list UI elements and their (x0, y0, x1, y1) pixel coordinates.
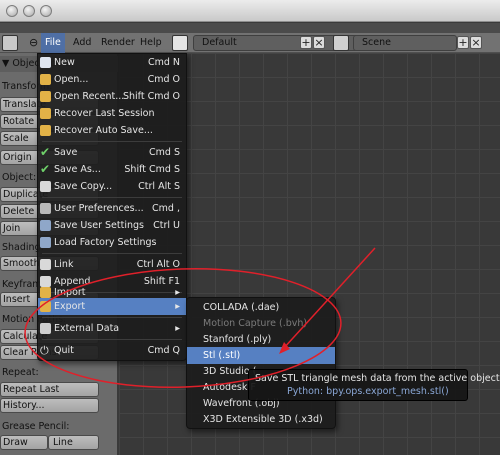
grease-pencil-label: Grease Pencil: (2, 421, 70, 432)
menu-help[interactable]: Help (140, 33, 162, 53)
menu-item-link[interactable]: Link Ctrl Alt O (38, 256, 186, 273)
export-stanford[interactable]: Stanford (.ply) (187, 331, 335, 348)
menu-item-load-factory-settings[interactable]: Load Factory Settings (38, 234, 186, 251)
menu-item-recover-last-session[interactable]: Recover Last Session (38, 105, 186, 122)
quit-icon: ⏻ (40, 344, 49, 357)
info-header: ⊖ File Add Render Help Default + × Scene… (0, 33, 500, 53)
file-menu: New Cmd N Open... Cmd O Open Recent... Shif… (37, 53, 187, 361)
editor-type-icon[interactable] (2, 35, 18, 51)
menu-separator (42, 141, 182, 142)
menu-item-user-preferences[interactable]: User Preferences... Cmd , (38, 200, 186, 217)
menu-item-recover-auto-save[interactable]: Recover Auto Save... (38, 122, 186, 139)
tooltip-python: Python: bpy.ops.export_mesh.stl() (287, 386, 449, 397)
import-icon (40, 287, 51, 298)
stl-tooltip: Save STL triangle mesh data from the act… (248, 369, 500, 401)
export-icon (40, 301, 51, 312)
link-icon (40, 259, 51, 270)
submenu-arrow-icon: ▸ (175, 323, 180, 334)
menu-add[interactable]: Add (73, 33, 91, 53)
tooltip-description: Save STL triangle mesh data from the act… (255, 373, 500, 384)
add-scene-button[interactable]: + (457, 36, 469, 49)
open-folder-icon (40, 74, 51, 85)
new-file-icon (40, 57, 51, 68)
menu-render[interactable]: Render (101, 33, 135, 53)
export-submenu: COLLADA (.dae) Motion Capture (.bvh) Sta… (186, 297, 336, 429)
collapse-menu-icon[interactable]: ⊖ (29, 33, 38, 53)
export-x3d[interactable]: X3D Extensible 3D (.x3d) (187, 411, 335, 428)
export-stl[interactable]: Stl (.stl) (187, 347, 335, 364)
menu-item-open[interactable]: Open... Cmd O (38, 71, 186, 88)
line-button[interactable]: Line (48, 435, 99, 450)
add-layout-button[interactable]: + (300, 36, 312, 49)
remove-scene-button[interactable]: × (470, 36, 482, 49)
checkmark-icon: ✔ (40, 145, 51, 159)
recover-autosave-icon (40, 125, 51, 136)
save-as-icon: ✔ (40, 162, 51, 176)
menu-item-open-recent[interactable]: Open Recent... Shift Cmd O (38, 88, 186, 105)
zoom-window-icon[interactable] (40, 5, 52, 17)
close-window-icon[interactable] (6, 5, 18, 17)
preferences-icon (40, 203, 51, 214)
remove-layout-button[interactable]: × (313, 36, 325, 49)
export-collada[interactable]: COLLADA (.dae) (187, 299, 335, 316)
menu-item-external-data[interactable]: External Data ▸ (38, 320, 186, 337)
save-settings-icon (40, 220, 51, 231)
open-recent-icon (40, 91, 51, 102)
menu-item-save-copy[interactable]: Save Copy... Ctrl Alt S (38, 178, 186, 195)
factory-settings-icon (40, 237, 51, 248)
recover-icon (40, 108, 51, 119)
submenu-arrow-icon: ▸ (175, 301, 180, 312)
menu-separator (42, 253, 182, 254)
menu-item-save[interactable]: ✔ Save Cmd S (38, 144, 186, 161)
draw-button[interactable]: Draw (0, 435, 48, 450)
menu-separator (42, 317, 182, 318)
scene-field[interactable]: Scene (353, 35, 457, 51)
object-label: Object: (2, 172, 37, 183)
menu-item-new[interactable]: New Cmd N (38, 54, 186, 71)
menu-item-export[interactable]: Export ▸ (38, 298, 186, 315)
external-data-icon (40, 323, 51, 334)
screen-layout-icon[interactable] (172, 35, 188, 51)
menu-item-save-as[interactable]: ✔ Save As... Shift Cmd S (38, 161, 186, 178)
minimize-window-icon[interactable] (23, 5, 35, 17)
save-copy-icon (40, 181, 51, 192)
menu-file[interactable]: File (41, 33, 65, 53)
window-gap (0, 23, 500, 33)
menu-item-quit[interactable]: ⏻ Quit Cmd Q (38, 342, 186, 359)
repeat-label: Repeat: (2, 367, 39, 378)
menu-item-save-user-settings[interactable]: Save User Settings Ctrl U (38, 217, 186, 234)
scene-icon (333, 35, 349, 51)
menu-separator (42, 339, 182, 340)
history-button[interactable]: History... (0, 398, 99, 413)
repeat-last-button[interactable]: Repeat Last (0, 382, 99, 397)
menu-separator (42, 197, 182, 198)
window-title-bar (0, 0, 500, 22)
export-motion-capture: Motion Capture (.bvh) (203, 318, 308, 329)
